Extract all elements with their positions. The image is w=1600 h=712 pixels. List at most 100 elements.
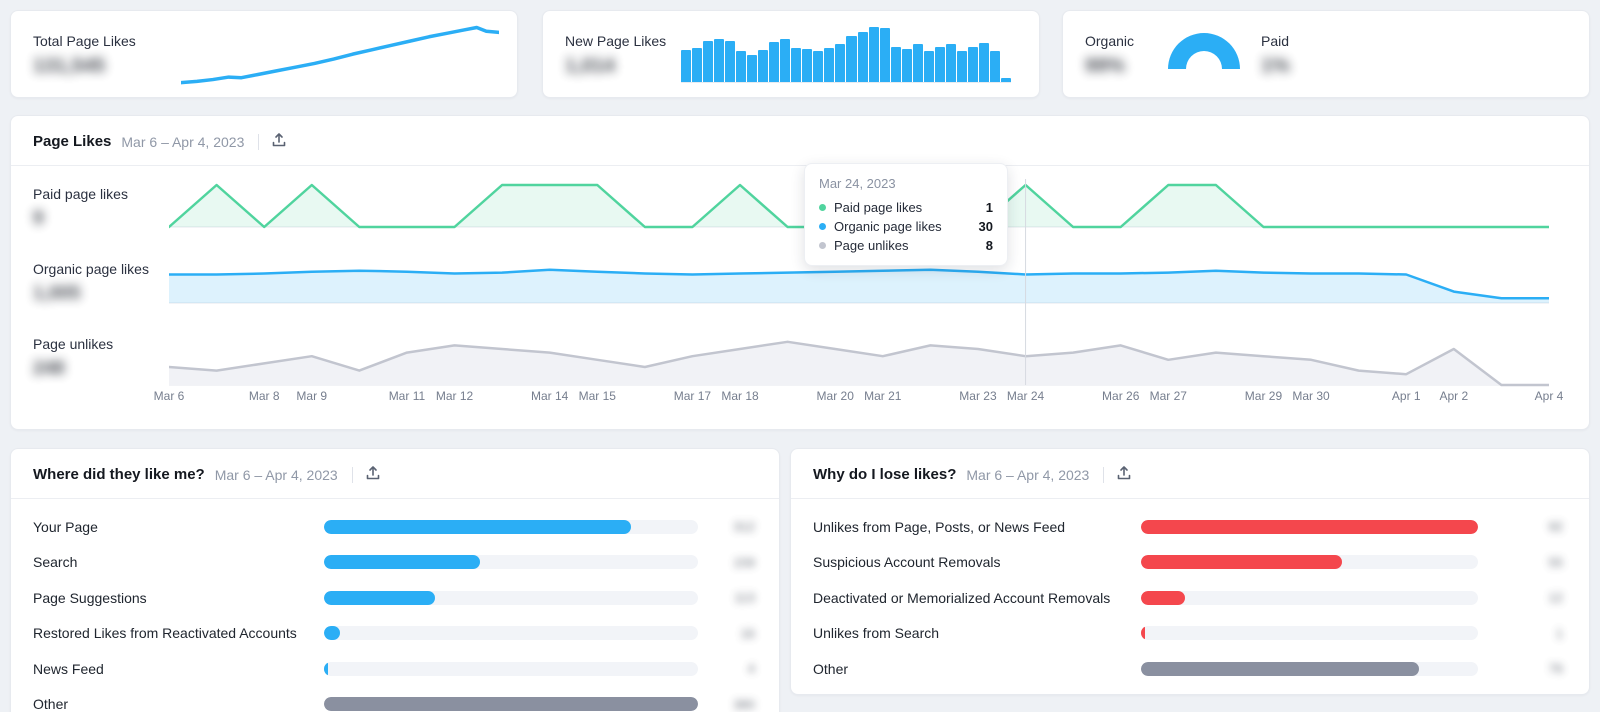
hbar-row-label: Other (813, 660, 849, 677)
mini-bar (846, 36, 857, 82)
mini-bar (725, 40, 736, 82)
hbar-track[interactable] (1141, 519, 1478, 534)
export-button[interactable] (363, 463, 383, 486)
mini-bar (978, 43, 989, 82)
hbar-row-value: 4 (747, 661, 755, 677)
hbar-row: Your Page 312 (11, 509, 779, 545)
legend-organic-value: 1,005 (33, 283, 81, 304)
mini-bar (747, 54, 758, 82)
tooltip-unlikes-label: Page unlikes (834, 238, 909, 253)
hbar-fill (324, 519, 632, 534)
export-icon (365, 465, 381, 484)
hbar-fill (1141, 626, 1146, 641)
hbar-track[interactable] (1141, 626, 1478, 641)
header-divider (1103, 466, 1105, 483)
hbar-row-value: 16 (740, 625, 755, 641)
hbar-track[interactable] (324, 590, 698, 605)
hbar-row: Restored Likes from Reactivated Accounts… (11, 616, 779, 652)
hbar-track[interactable] (1141, 555, 1478, 570)
x-axis-tick: Mar 15 (578, 389, 616, 403)
hbar-row-label: Other (33, 696, 69, 712)
hbar-track[interactable] (324, 555, 698, 570)
header-divider (258, 133, 260, 150)
hbar-row-value: 380 (733, 696, 755, 712)
new-page-likes-card: New Page Likes 1,014 (542, 10, 1040, 98)
hbar-track[interactable] (1141, 661, 1478, 676)
mini-bar (945, 44, 956, 82)
hbar-fill (1141, 661, 1420, 676)
organic-paid-card: Organic 99% Paid 1% (1062, 10, 1590, 98)
hbar-track[interactable] (324, 661, 698, 676)
hbar-row-label: Deactivated or Memorialized Account Remo… (813, 589, 1111, 606)
where-liked-rows: Your Page 312 Search 159 Page Suggestions 113… (11, 499, 779, 712)
new-likes-value: 1,014 (565, 55, 616, 77)
x-axis-tick: Apr 1 (1391, 389, 1421, 403)
total-likes-label: Total Page Likes (33, 33, 136, 49)
tooltip-date: Mar 24, 2023 (819, 176, 896, 191)
mini-bar (857, 31, 868, 82)
x-axis-tick: Mar 29 (1244, 389, 1283, 403)
hbar-fill (324, 590, 436, 605)
x-axis-tick: Apr 4 (1534, 389, 1564, 403)
mini-bar (868, 26, 879, 82)
total-likes-sparkline (181, 25, 499, 87)
hbar-fill (324, 697, 698, 712)
hbar-fill (1141, 590, 1185, 605)
hbar-row-label: Page Suggestions (33, 589, 147, 606)
organic-series-dot (819, 223, 826, 230)
x-axis-tick: Mar 18 (721, 389, 759, 403)
mini-bar (692, 47, 703, 82)
mini-bar (780, 39, 791, 82)
hbar-track[interactable] (324, 697, 698, 712)
mini-bar (714, 39, 725, 82)
x-axis-tick: Mar 21 (864, 389, 902, 403)
unlikes-series-dot (819, 242, 826, 249)
hbar-row-value: 159 (733, 554, 755, 570)
legend-unlikes-value: 248 (33, 358, 65, 379)
lose-likes-card: Why do I lose likes? Mar 6 – Apr 4, 2023… (790, 448, 1590, 695)
x-axis-tick: Mar 12 (435, 389, 474, 403)
header-divider (351, 466, 353, 483)
mini-bar (813, 51, 824, 82)
where-liked-card: Where did they like me? Mar 6 – Apr 4, 2… (10, 448, 780, 712)
lose-likes-date-range: Mar 6 – Apr 4, 2023 (966, 466, 1090, 483)
x-axis-tick: Mar 9 (296, 389, 328, 403)
chart-tooltip: Mar 24, 2023 Paid page likes 1 Organic p… (804, 163, 1008, 266)
mini-bar (890, 46, 901, 82)
hbar-row-value: 1 (1555, 625, 1563, 641)
export-button[interactable] (269, 130, 289, 153)
lose-likes-title: Why do I lose likes? (813, 466, 957, 483)
new-likes-bar-chart (681, 25, 1011, 83)
mini-bar (934, 46, 945, 82)
tooltip-organic-label: Organic page likes (834, 219, 942, 234)
legend-unlikes-label: Page unlikes (33, 336, 114, 352)
total-likes-value: 131,545 (33, 55, 106, 77)
mini-bar (791, 47, 802, 82)
mini-bar (956, 51, 967, 82)
new-likes-label: New Page Likes (565, 33, 667, 49)
page-likes-card: Page Likes Mar 6 – Apr 4, 2023 Paid page… (10, 115, 1590, 430)
x-axis-tick: Mar 26 (1102, 389, 1140, 403)
x-axis-tick: Mar 8 (248, 389, 280, 403)
x-axis-tick: Mar 30 (1292, 389, 1330, 403)
hbar-fill (324, 661, 329, 676)
hbar-track[interactable] (1141, 590, 1478, 605)
legend-paid-value: 9 (33, 208, 44, 229)
mini-bar (1000, 78, 1011, 82)
export-button[interactable] (1114, 463, 1134, 486)
hbar-row-value: 55 (1548, 554, 1563, 570)
x-axis-tick: Mar 20 (816, 389, 854, 403)
mini-bar (923, 51, 934, 82)
hbar-track[interactable] (324, 519, 698, 534)
hbar-track[interactable] (324, 626, 698, 641)
mini-bar (736, 51, 747, 82)
x-axis-tick: Mar 27 (1149, 389, 1187, 403)
hbar-row: Unlikes from Search 1 (791, 616, 1589, 652)
lose-likes-rows: Unlikes from Page, Posts, or News Feed 92… (791, 499, 1589, 687)
x-axis-tick: Mar 17 (673, 389, 712, 403)
hbar-row-label: Your Page (33, 518, 98, 535)
mini-bar (681, 50, 692, 82)
page-likes-date-range: Mar 6 – Apr 4, 2023 (121, 133, 245, 150)
where-liked-title: Where did they like me? (33, 466, 205, 483)
total-page-likes-card: Total Page Likes 131,545 (10, 10, 518, 98)
